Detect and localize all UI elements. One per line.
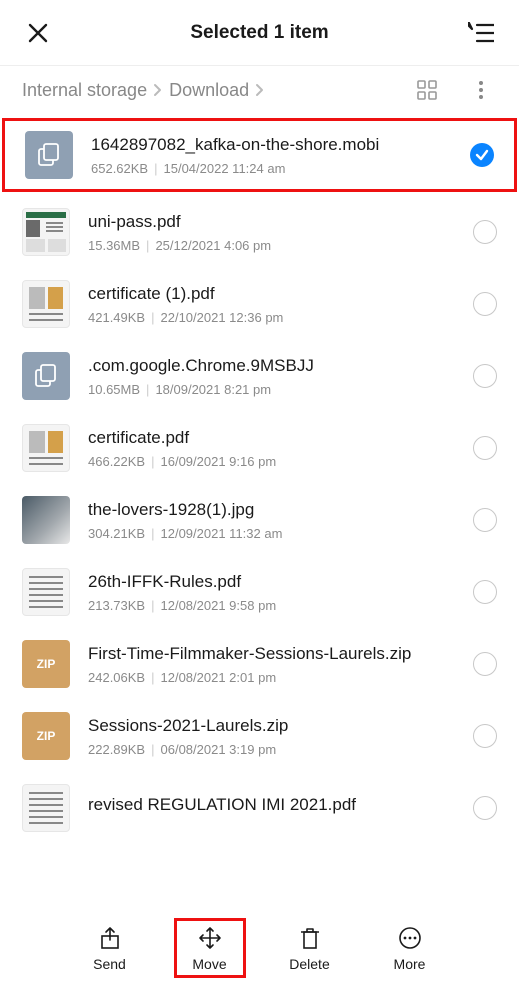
file-icon [22,784,70,832]
toolbar-label: Send [93,956,126,972]
checkbox-icon[interactable] [473,364,497,388]
breadcrumb: Internal storage Download [0,66,519,114]
list-item[interactable]: ZIP First-Time-Filmmaker-Sessions-Laurel… [0,628,519,700]
file-name: 1642897082_kafka-on-the-shore.mobi [91,135,452,155]
checkbox-icon[interactable] [473,436,497,460]
file-name: First-Time-Filmmaker-Sessions-Laurels.zi… [88,644,455,664]
file-icon [22,568,70,616]
file-name: 26th-IFFK-Rules.pdf [88,572,455,592]
file-icon [22,208,70,256]
list-item[interactable]: uni-pass.pdf 15.36MB|25/12/2021 4:06 pm [0,196,519,268]
file-meta: 421.49KB|22/10/2021 12:36 pm [88,310,455,325]
send-button[interactable]: Send [80,926,140,972]
list-item[interactable]: certificate.pdf 466.22KB|16/09/2021 9:16… [0,412,519,484]
select-all-icon[interactable] [465,17,497,49]
file-name: uni-pass.pdf [88,212,455,232]
file-meta: 222.89KB|06/08/2021 3:19 pm [88,742,455,757]
checkbox-icon[interactable] [473,796,497,820]
file-meta: 304.21KB|12/09/2021 11:32 am [88,526,455,541]
share-icon [98,926,122,950]
file-name: the-lovers-1928(1).jpg [88,500,455,520]
file-name: certificate (1).pdf [88,284,455,304]
chevron-right-icon [253,83,267,97]
toolbar-label: Delete [289,956,329,972]
checkbox-icon[interactable] [473,220,497,244]
toolbar-label: More [394,956,426,972]
breadcrumb-folder[interactable]: Download [169,80,249,101]
checkbox-icon[interactable] [473,724,497,748]
more-button[interactable]: More [380,926,440,972]
file-icon [22,352,70,400]
header: Selected 1 item [0,0,519,66]
list-item[interactable]: .com.google.Chrome.9MSBJJ 10.65MB|18/09/… [0,340,519,412]
list-item[interactable]: 1642897082_kafka-on-the-shore.mobi 652.6… [2,118,517,192]
file-meta: 242.06KB|12/08/2021 2:01 pm [88,670,455,685]
more-horiz-icon [398,926,422,950]
file-icon: ZIP [22,712,70,760]
trash-icon [298,926,322,950]
file-list: 1642897082_kafka-on-the-shore.mobi 652.6… [0,114,519,904]
list-item[interactable]: the-lovers-1928(1).jpg 304.21KB|12/09/20… [0,484,519,556]
file-name: Sessions-2021-Laurels.zip [88,716,455,736]
highlight-box [174,918,246,978]
checkbox-icon[interactable] [473,292,497,316]
file-name: revised REGULATION IMI 2021.pdf [88,795,455,815]
checkbox-icon[interactable] [473,652,497,676]
close-icon[interactable] [22,17,54,49]
toolbar: Send Move Delete More [0,904,519,994]
chevron-right-icon [151,83,165,97]
delete-button[interactable]: Delete [280,926,340,972]
checkbox-icon[interactable] [470,143,494,167]
file-meta: 652.62KB|15/04/2022 11:24 am [91,161,452,176]
file-meta: 10.65MB|18/09/2021 8:21 pm [88,382,455,397]
file-name: certificate.pdf [88,428,455,448]
more-vert-icon[interactable] [465,74,497,106]
file-icon: ZIP [22,640,70,688]
grid-view-icon[interactable] [411,74,443,106]
file-name: .com.google.Chrome.9MSBJJ [88,356,455,376]
file-icon [25,131,73,179]
list-item[interactable]: 26th-IFFK-Rules.pdf 213.73KB|12/08/2021 … [0,556,519,628]
file-meta: 466.22KB|16/09/2021 9:16 pm [88,454,455,469]
page-title: Selected 1 item [190,22,328,44]
checkbox-icon[interactable] [473,508,497,532]
file-icon [22,280,70,328]
file-icon [22,424,70,472]
list-item[interactable]: ZIP Sessions-2021-Laurels.zip 222.89KB|0… [0,700,519,772]
file-meta: 15.36MB|25/12/2021 4:06 pm [88,238,455,253]
list-item[interactable]: revised REGULATION IMI 2021.pdf [0,772,519,844]
list-item[interactable]: certificate (1).pdf 421.49KB|22/10/2021 … [0,268,519,340]
file-icon [22,496,70,544]
file-meta: 213.73KB|12/08/2021 9:58 pm [88,598,455,613]
breadcrumb-root[interactable]: Internal storage [22,80,147,101]
checkbox-icon[interactable] [473,580,497,604]
